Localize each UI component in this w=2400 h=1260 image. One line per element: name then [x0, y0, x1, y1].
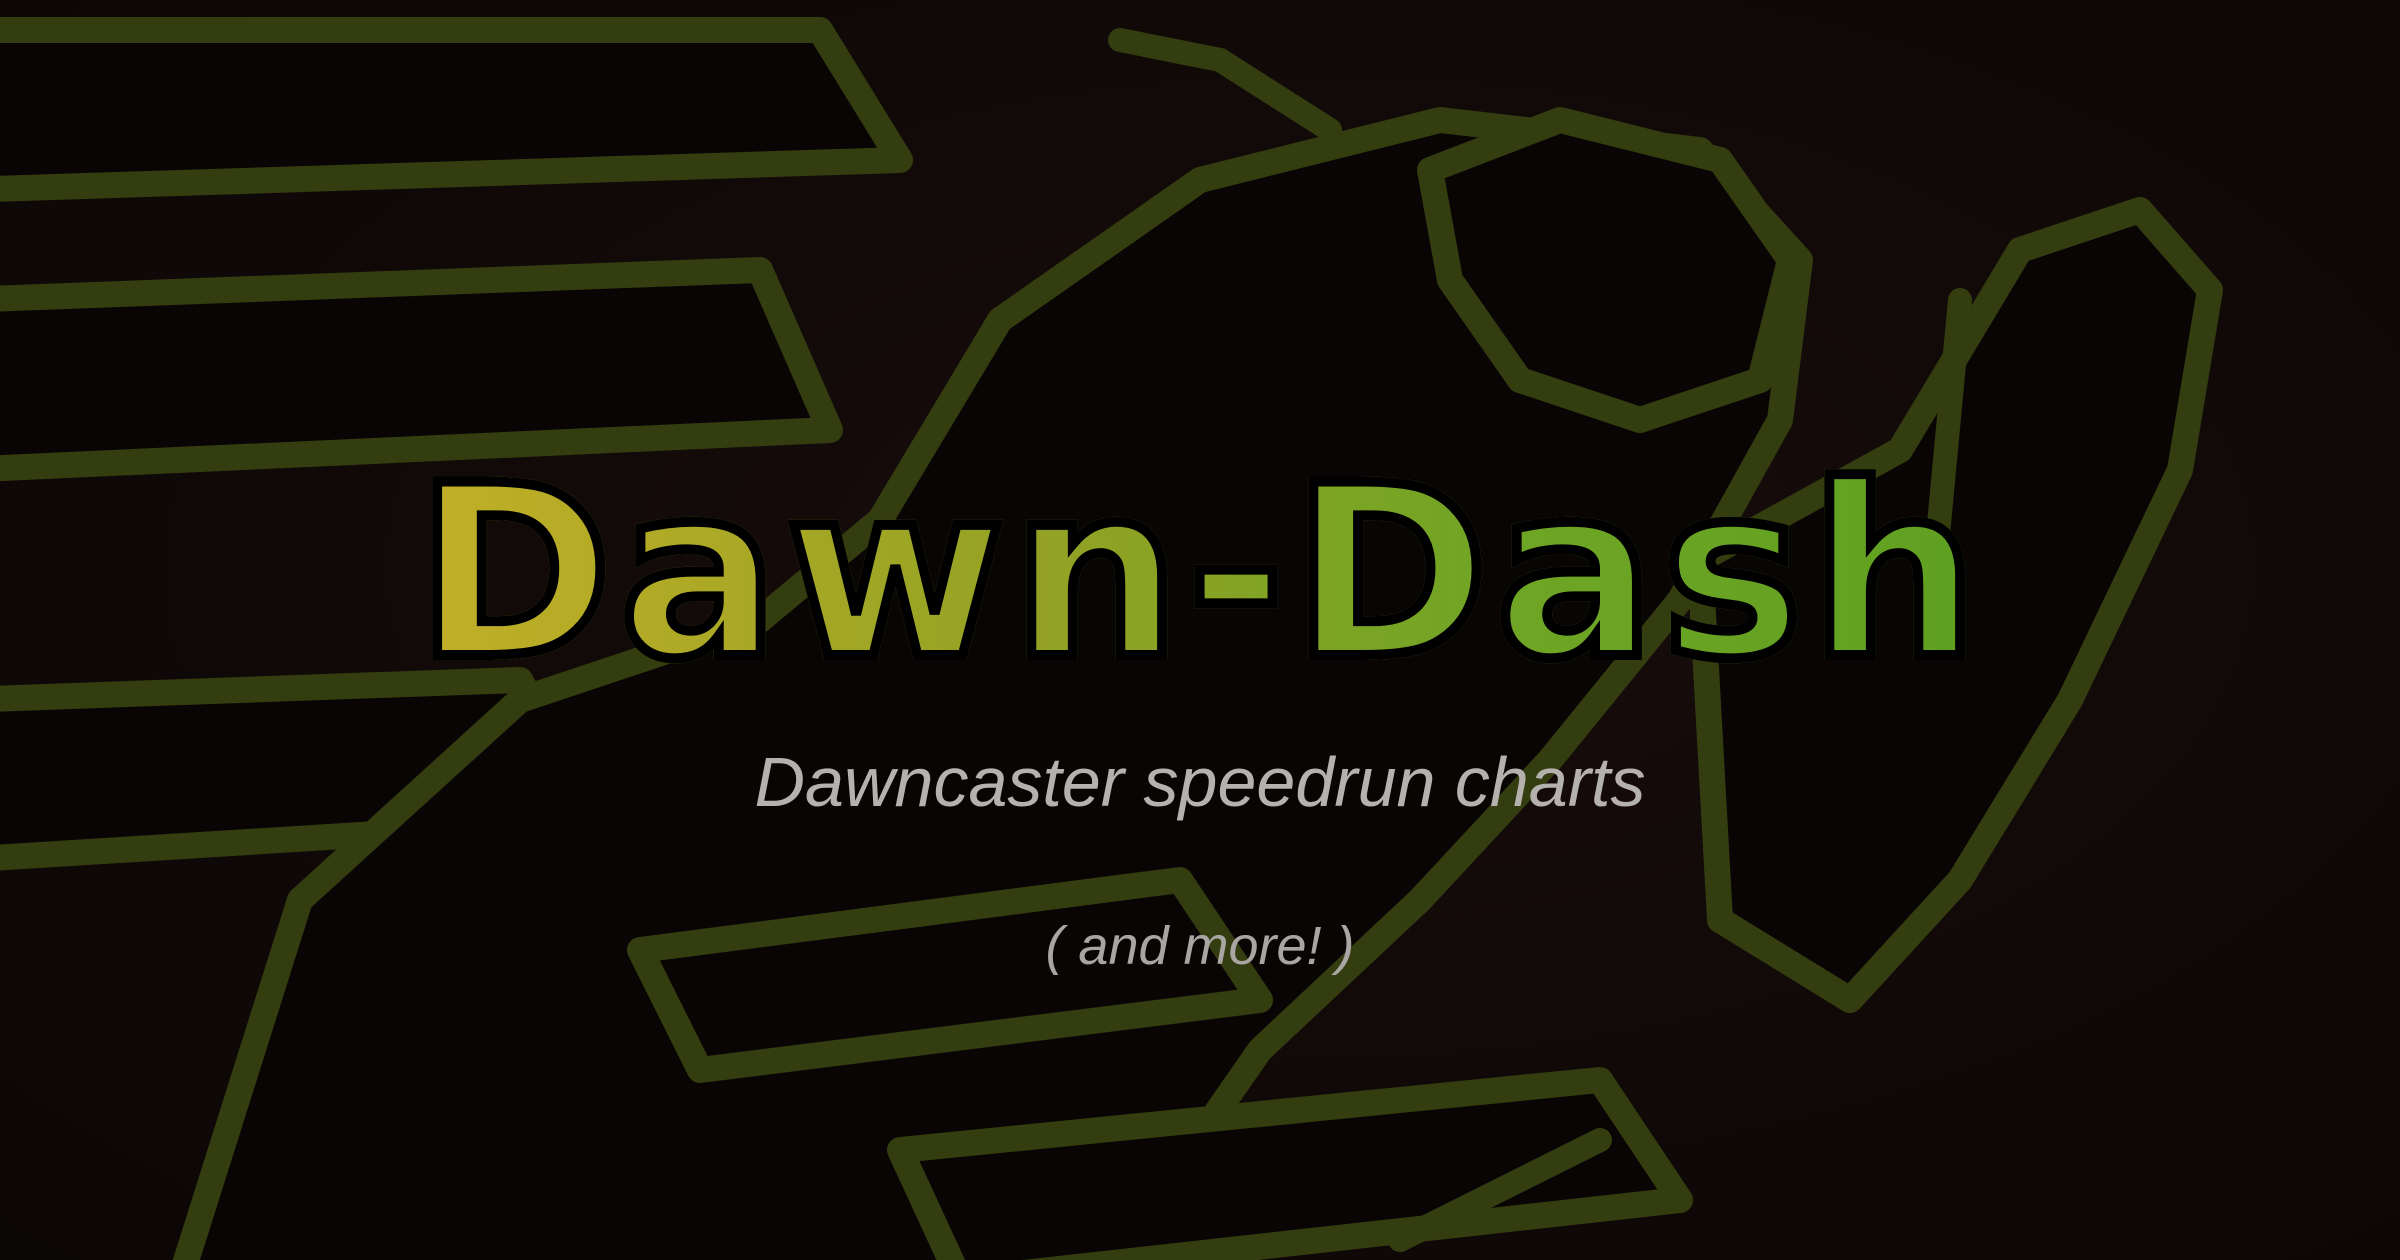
title-text: Dawn-Dash: [410, 435, 1985, 712]
hero-banner: Dawn-Dash Dawncaster speedrun charts ( a…: [0, 0, 2400, 1260]
page-title: Dawn-Dash: [0, 435, 2400, 712]
page-subtitle: Dawncaster speedrun charts: [754, 743, 1646, 821]
tagline-note: ( and more! ): [1045, 916, 1355, 976]
